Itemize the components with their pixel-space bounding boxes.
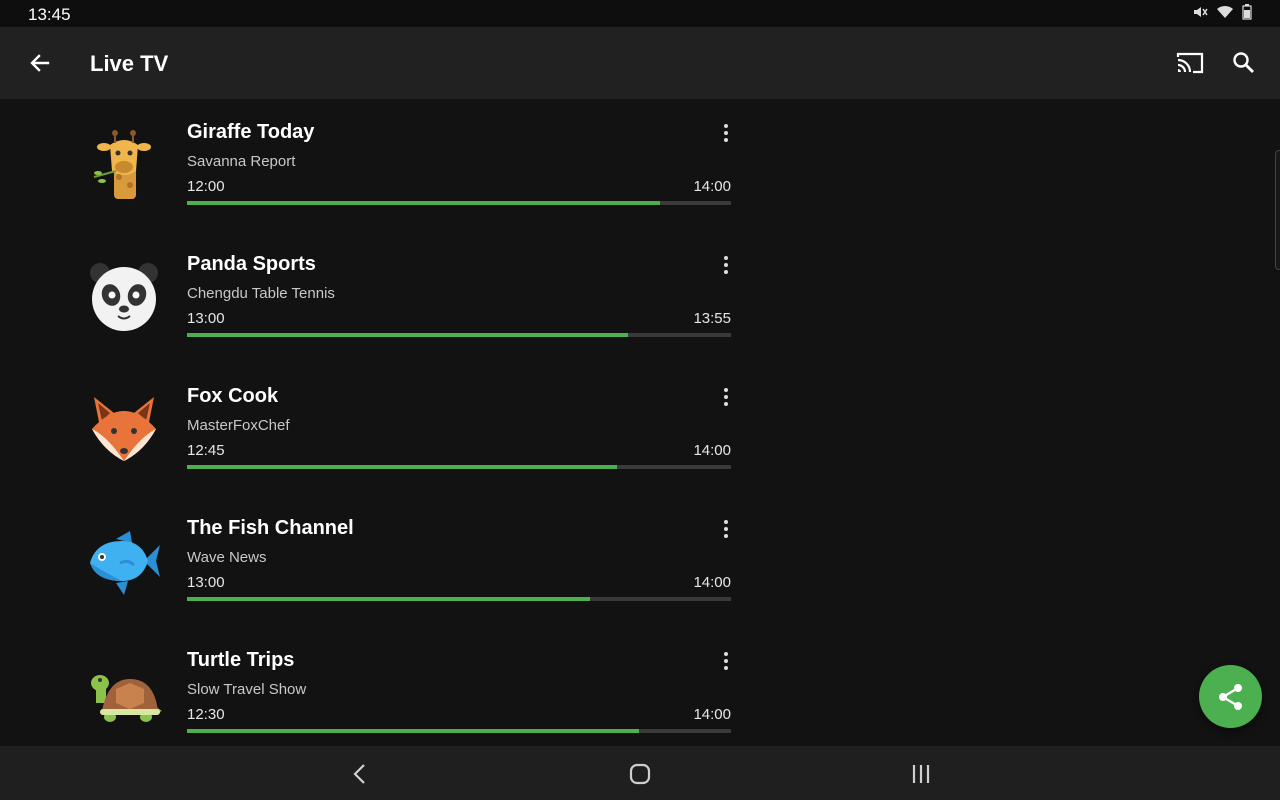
mute-icon [1194,7,1208,17]
back-button[interactable] [24,47,56,79]
progress-bar [187,465,731,469]
panda-logo-icon [86,259,162,335]
channel-item[interactable]: The Fish Channel Wave News 13:00 14:00 [0,495,760,627]
home-icon [629,763,651,785]
channel-item[interactable]: Fox Cook MasterFoxChef 12:45 14:00 [0,363,760,495]
nav-home-button[interactable] [626,760,654,788]
more-vertical-icon [724,652,728,670]
recents-icon [912,765,930,783]
progress-fill [187,201,661,205]
program-title: MasterFoxChef [187,417,290,434]
program-title: Savanna Report [187,153,296,170]
battery-icon [1242,4,1252,20]
channel-list[interactable]: Giraffe Today Savanna Report 12:00 14:00 [0,99,1280,745]
progress-bar [187,333,731,337]
progress-fill [187,333,628,337]
fish-logo-icon [86,523,162,599]
more-options-button[interactable] [714,517,738,541]
share-icon [1218,683,1242,710]
system-nav-bar [0,746,1280,800]
progress-bar [187,201,731,205]
channel-name: Fox Cook [187,385,279,407]
nav-recents-button[interactable] [907,760,935,788]
start-time: 12:45 [187,442,225,459]
status-time: 13:45 [28,5,71,24]
status-bar: 13:45 [0,0,1280,27]
search-icon [1233,52,1254,73]
more-options-button[interactable] [714,649,738,673]
wifi-icon [1217,5,1233,18]
nav-back-button[interactable] [346,760,374,788]
channel-item[interactable]: Giraffe Today Savanna Report 12:00 14:00 [0,99,760,231]
end-time: 14:00 [693,442,731,459]
program-title: Slow Travel Show [187,681,307,698]
side-panel-handle[interactable] [1275,150,1280,270]
more-vertical-icon [724,124,728,142]
start-time: 12:00 [187,178,225,195]
page-title: Live TV [90,51,169,76]
channel-name: Panda Sports [187,253,316,275]
start-time: 13:00 [187,574,225,591]
program-title: Wave News [187,549,267,566]
more-vertical-icon [724,256,728,274]
more-options-button[interactable] [714,385,738,409]
progress-fill [187,465,617,469]
channel-name: The Fish Channel [187,517,354,539]
more-vertical-icon [724,520,728,538]
more-options-button[interactable] [714,253,738,277]
cast-button[interactable] [1174,47,1206,79]
channel-item[interactable]: Panda Sports Chengdu Table Tennis 13:00 … [0,231,760,363]
giraffe-logo-icon [86,127,162,203]
progress-fill [187,597,590,601]
chevron-left-icon [353,764,365,784]
more-options-button[interactable] [714,121,738,145]
app-bar: Live TV [0,27,1280,99]
status-icons [1192,4,1252,20]
more-vertical-icon [724,388,728,406]
cast-icon [1176,52,1204,74]
share-button[interactable] [1199,665,1262,728]
channel-item[interactable]: Turtle Trips Slow Travel Show 12:30 14:0… [0,627,760,745]
start-time: 12:30 [187,706,225,723]
arrow-back-icon [30,54,50,72]
search-button[interactable] [1228,47,1260,79]
turtle-logo-icon [86,655,162,731]
end-time: 14:00 [693,574,731,591]
progress-bar [187,729,731,733]
start-time: 13:00 [187,310,225,327]
end-time: 14:00 [693,178,731,195]
channel-name: Turtle Trips [187,649,295,671]
end-time: 13:55 [693,310,731,327]
progress-bar [187,597,731,601]
channel-name: Giraffe Today [187,121,315,143]
progress-fill [187,729,639,733]
fox-logo-icon [86,391,162,467]
end-time: 14:00 [693,706,731,723]
program-title: Chengdu Table Tennis [187,285,335,302]
